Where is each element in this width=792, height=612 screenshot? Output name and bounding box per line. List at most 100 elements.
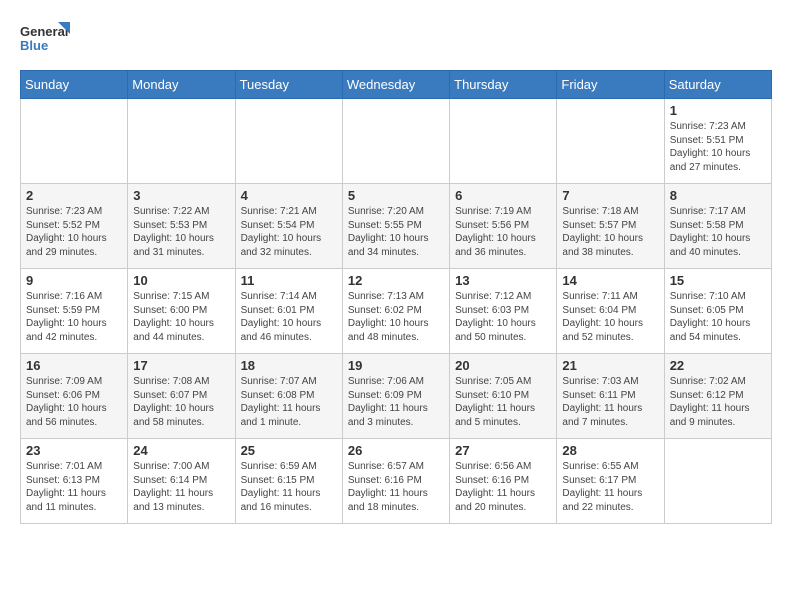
svg-text:General: General (20, 24, 68, 39)
weekday-header-sunday: Sunday (21, 71, 128, 99)
calendar-week-3: 9Sunrise: 7:16 AM Sunset: 5:59 PM Daylig… (21, 269, 772, 354)
day-info: Sunrise: 6:59 AM Sunset: 6:15 PM Dayligh… (241, 460, 337, 514)
calendar-cell: 12 Sunrise: 7:13 AM Sunset: 6:02 PM Dayli… (342, 269, 449, 354)
day-info: Sunrise: 7:06 AM Sunset: 6:09 PM Dayligh… (348, 375, 444, 429)
calendar-week-5: 23 Sunrise: 7:01 AM Sunset: 6:13 PM Dayli… (21, 439, 772, 524)
day-info: Sunrise: 7:00 AM Sunset: 6:14 PM Dayligh… (133, 460, 229, 514)
day-number: 4 (241, 188, 337, 203)
calendar-cell: 18 Sunrise: 7:07 AM Sunset: 6:08 PM Dayli… (235, 354, 342, 439)
calendar-cell: 21 Sunrise: 7:03 AM Sunset: 6:11 PM Dayli… (557, 354, 664, 439)
day-number: 13 (455, 273, 551, 288)
calendar-cell: 16Sunrise: 7:09 AM Sunset: 6:06 PM Dayli… (21, 354, 128, 439)
calendar-cell: 10 Sunrise: 7:15 AM Sunset: 6:00 PM Dayli… (128, 269, 235, 354)
day-info: Sunrise: 7:17 AM Sunset: 5:58 PM Dayligh… (670, 205, 766, 259)
calendar-cell: 8 Sunrise: 7:17 AM Sunset: 5:58 PM Daylig… (664, 184, 771, 269)
calendar-cell: 13 Sunrise: 7:12 AM Sunset: 6:03 PM Dayli… (450, 269, 557, 354)
calendar-cell: 4Sunrise: 7:21 AM Sunset: 5:54 PM Daylig… (235, 184, 342, 269)
day-number: 6 (455, 188, 551, 203)
day-number: 16 (26, 358, 122, 373)
day-number: 17 (133, 358, 229, 373)
day-number: 5 (348, 188, 444, 203)
day-info: Sunrise: 7:12 AM Sunset: 6:03 PM Dayligh… (455, 290, 551, 344)
day-info: Sunrise: 7:05 AM Sunset: 6:10 PM Dayligh… (455, 375, 551, 429)
calendar-week-2: 2 Sunrise: 7:23 AM Sunset: 5:52 PM Daylig… (21, 184, 772, 269)
day-info: Sunrise: 7:07 AM Sunset: 6:08 PM Dayligh… (241, 375, 337, 429)
calendar-cell: 24 Sunrise: 7:00 AM Sunset: 6:14 PM Dayli… (128, 439, 235, 524)
calendar-cell: 20 Sunrise: 7:05 AM Sunset: 6:10 PM Dayli… (450, 354, 557, 439)
calendar-cell (235, 99, 342, 184)
calendar-header-row: SundayMondayTuesdayWednesdayThursdayFrid… (21, 71, 772, 99)
day-info: Sunrise: 6:55 AM Sunset: 6:17 PM Dayligh… (562, 460, 658, 514)
calendar-cell: 17 Sunrise: 7:08 AM Sunset: 6:07 PM Dayli… (128, 354, 235, 439)
calendar-cell (342, 99, 449, 184)
day-info: Sunrise: 7:15 AM Sunset: 6:00 PM Dayligh… (133, 290, 229, 344)
calendar-table: SundayMondayTuesdayWednesdayThursdayFrid… (20, 70, 772, 524)
calendar-cell: 23 Sunrise: 7:01 AM Sunset: 6:13 PM Dayli… (21, 439, 128, 524)
day-number: 27 (455, 443, 551, 458)
calendar-cell: 5 Sunrise: 7:20 AM Sunset: 5:55 PM Daylig… (342, 184, 449, 269)
day-info: Sunrise: 7:10 AM Sunset: 6:05 PM Dayligh… (670, 290, 766, 344)
weekday-header-tuesday: Tuesday (235, 71, 342, 99)
calendar-week-4: 16Sunrise: 7:09 AM Sunset: 6:06 PM Dayli… (21, 354, 772, 439)
calendar-week-1: 1 Sunrise: 7:23 AM Sunset: 5:51 PM Daylig… (21, 99, 772, 184)
day-number: 2 (26, 188, 122, 203)
day-number: 19 (348, 358, 444, 373)
day-info: Sunrise: 6:57 AM Sunset: 6:16 PM Dayligh… (348, 460, 444, 514)
day-info: Sunrise: 7:16 AM Sunset: 5:59 PM Dayligh… (26, 290, 122, 344)
calendar-cell: 9Sunrise: 7:16 AM Sunset: 5:59 PM Daylig… (21, 269, 128, 354)
day-info: Sunrise: 7:01 AM Sunset: 6:13 PM Dayligh… (26, 460, 122, 514)
page-header: General Blue (20, 20, 772, 60)
svg-text:Blue: Blue (20, 38, 48, 53)
day-number: 3 (133, 188, 229, 203)
day-info: Sunrise: 7:23 AM Sunset: 5:52 PM Dayligh… (26, 205, 122, 259)
day-info: Sunrise: 7:13 AM Sunset: 6:02 PM Dayligh… (348, 290, 444, 344)
day-number: 21 (562, 358, 658, 373)
calendar-cell: 1 Sunrise: 7:23 AM Sunset: 5:51 PM Daylig… (664, 99, 771, 184)
day-info: Sunrise: 7:22 AM Sunset: 5:53 PM Dayligh… (133, 205, 229, 259)
day-info: Sunrise: 7:02 AM Sunset: 6:12 PM Dayligh… (670, 375, 766, 429)
calendar-cell: 26 Sunrise: 6:57 AM Sunset: 6:16 PM Dayli… (342, 439, 449, 524)
day-number: 18 (241, 358, 337, 373)
calendar-cell: 14Sunrise: 7:11 AM Sunset: 6:04 PM Dayli… (557, 269, 664, 354)
calendar-cell: 28 Sunrise: 6:55 AM Sunset: 6:17 PM Dayli… (557, 439, 664, 524)
day-number: 14 (562, 273, 658, 288)
calendar-cell: 15 Sunrise: 7:10 AM Sunset: 6:05 PM Dayli… (664, 269, 771, 354)
day-info: Sunrise: 7:20 AM Sunset: 5:55 PM Dayligh… (348, 205, 444, 259)
calendar-cell (557, 99, 664, 184)
calendar-cell: 3 Sunrise: 7:22 AM Sunset: 5:53 PM Daylig… (128, 184, 235, 269)
calendar-cell: 7Sunrise: 7:18 AM Sunset: 5:57 PM Daylig… (557, 184, 664, 269)
weekday-header-friday: Friday (557, 71, 664, 99)
weekday-header-monday: Monday (128, 71, 235, 99)
calendar-cell: 22 Sunrise: 7:02 AM Sunset: 6:12 PM Dayli… (664, 354, 771, 439)
logo: General Blue (20, 20, 70, 60)
day-number: 12 (348, 273, 444, 288)
day-number: 25 (241, 443, 337, 458)
calendar-cell: 11 Sunrise: 7:14 AM Sunset: 6:01 PM Dayli… (235, 269, 342, 354)
calendar-cell (21, 99, 128, 184)
weekday-header-wednesday: Wednesday (342, 71, 449, 99)
day-number: 20 (455, 358, 551, 373)
day-number: 1 (670, 103, 766, 118)
calendar-cell: 2 Sunrise: 7:23 AM Sunset: 5:52 PM Daylig… (21, 184, 128, 269)
calendar-cell: 6 Sunrise: 7:19 AM Sunset: 5:56 PM Daylig… (450, 184, 557, 269)
day-number: 15 (670, 273, 766, 288)
day-info: Sunrise: 6:56 AM Sunset: 6:16 PM Dayligh… (455, 460, 551, 514)
day-info: Sunrise: 7:03 AM Sunset: 6:11 PM Dayligh… (562, 375, 658, 429)
calendar-cell (128, 99, 235, 184)
day-number: 22 (670, 358, 766, 373)
day-number: 23 (26, 443, 122, 458)
day-info: Sunrise: 7:19 AM Sunset: 5:56 PM Dayligh… (455, 205, 551, 259)
day-info: Sunrise: 7:18 AM Sunset: 5:57 PM Dayligh… (562, 205, 658, 259)
calendar-cell: 27 Sunrise: 6:56 AM Sunset: 6:16 PM Dayli… (450, 439, 557, 524)
calendar-cell: 19 Sunrise: 7:06 AM Sunset: 6:09 PM Dayli… (342, 354, 449, 439)
day-number: 24 (133, 443, 229, 458)
day-number: 11 (241, 273, 337, 288)
day-number: 10 (133, 273, 229, 288)
day-number: 8 (670, 188, 766, 203)
day-info: Sunrise: 7:14 AM Sunset: 6:01 PM Dayligh… (241, 290, 337, 344)
day-info: Sunrise: 7:23 AM Sunset: 5:51 PM Dayligh… (670, 120, 766, 174)
day-info: Sunrise: 7:08 AM Sunset: 6:07 PM Dayligh… (133, 375, 229, 429)
day-number: 28 (562, 443, 658, 458)
day-number: 26 (348, 443, 444, 458)
weekday-header-saturday: Saturday (664, 71, 771, 99)
